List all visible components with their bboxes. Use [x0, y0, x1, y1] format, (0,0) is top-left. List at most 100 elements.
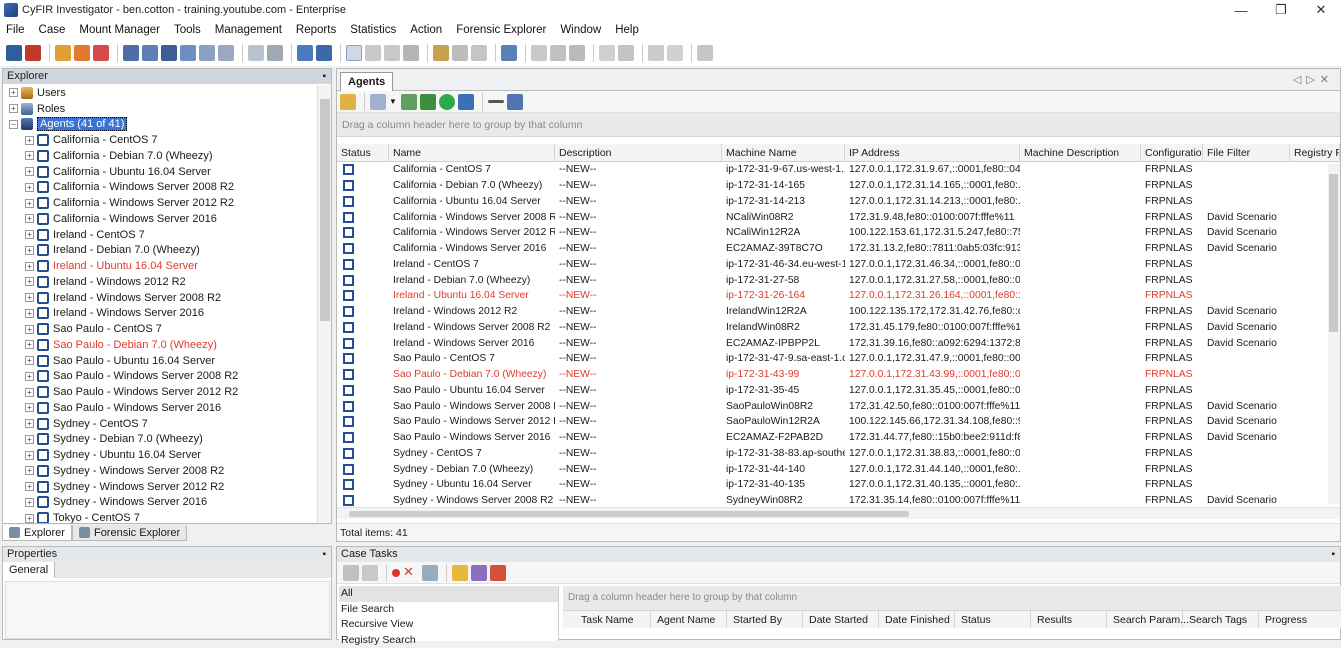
view-columns-icon[interactable]	[384, 45, 400, 61]
network-icon[interactable]	[180, 45, 196, 61]
tree-node-agent[interactable]: +Ireland - Windows Server 2016	[3, 306, 319, 322]
share-icon[interactable]	[316, 45, 332, 61]
column-date-started[interactable]: Date Started	[803, 611, 879, 628]
agent-icon[interactable]	[123, 45, 139, 61]
expand-icon[interactable]: +	[25, 277, 34, 286]
scrollbar-thumb[interactable]	[320, 99, 330, 321]
column-file-filter[interactable]: File Filter	[1203, 144, 1290, 161]
tree-node-agent[interactable]: +Sydney - Debian 7.0 (Wheezy)	[3, 432, 319, 448]
menu-reports[interactable]: Reports	[296, 24, 336, 36]
expand-icon[interactable]: +	[25, 435, 34, 444]
grid-vertical-scrollbar[interactable]	[1328, 164, 1340, 504]
edit-check-icon[interactable]	[471, 565, 487, 581]
report-icon[interactable]	[218, 45, 234, 61]
tree-node-agent[interactable]: +Sydney - CentOS 7	[3, 416, 319, 432]
agents-icon[interactable]	[142, 45, 158, 61]
task-filter-file-search[interactable]: File Search	[339, 602, 558, 618]
deploy-icon[interactable]	[161, 45, 177, 61]
expand-icon[interactable]: +	[25, 246, 34, 255]
collapse-icon[interactable]: −	[9, 120, 18, 129]
expand-icon[interactable]: +	[9, 104, 18, 113]
table-row[interactable]: Ireland - Windows Server 2016--NEW--EC2A…	[337, 335, 1340, 351]
undo-icon[interactable]	[458, 94, 474, 110]
expand-icon[interactable]: +	[25, 340, 34, 349]
tree-node-agent[interactable]: +Ireland - Windows Server 2008 R2	[3, 290, 319, 306]
tree-node-agent[interactable]: +California - Debian 7.0 (Wheezy)	[3, 148, 319, 164]
expand-icon[interactable]: +	[25, 498, 34, 507]
document-icon[interactable]	[248, 45, 264, 61]
column-ip-address[interactable]: IP Address	[845, 144, 1020, 161]
column-results[interactable]: Results	[1031, 611, 1107, 628]
expand-icon[interactable]: +	[25, 466, 34, 475]
menu-statistics[interactable]: Statistics	[350, 24, 396, 36]
group-by-hint[interactable]: Drag a column header here to group by th…	[337, 113, 1340, 137]
table-row[interactable]: California - Debian 7.0 (Wheezy)--NEW--i…	[337, 178, 1340, 194]
expand-icon[interactable]: +	[25, 199, 34, 208]
column-configuration[interactable]: Configuration	[1141, 144, 1203, 161]
table-row[interactable]: Sydney - Windows Server 2008 R2--NEW--Sy…	[337, 493, 1340, 506]
filter-icon[interactable]	[199, 45, 215, 61]
table-row[interactable]: California - Windows Server 2016--NEW--E…	[337, 241, 1340, 257]
tree-node-agent[interactable]: +Tokyo - CentOS 7	[3, 510, 319, 523]
tree-node-agent[interactable]: +California - Windows Server 2012 R2	[3, 195, 319, 211]
layout-icon[interactable]	[370, 94, 386, 110]
tree-node-agent[interactable]: +Sydney - Ubuntu 16.04 Server	[3, 447, 319, 463]
column-started-by[interactable]: Started By	[727, 611, 803, 628]
save-icon[interactable]	[569, 45, 585, 61]
expand-icon[interactable]: +	[25, 214, 34, 223]
minus-icon[interactable]	[488, 100, 504, 103]
disk2-icon[interactable]	[471, 45, 487, 61]
expand-icon[interactable]: +	[25, 325, 34, 334]
dropdown-arrow-icon[interactable]: ▼	[389, 97, 397, 106]
tree-node-agent[interactable]: +Ireland - Ubuntu 16.04 Server	[3, 258, 319, 274]
grid-check-icon[interactable]	[420, 94, 436, 110]
menu-mount-manager[interactable]: Mount Manager	[79, 24, 160, 36]
expand-icon[interactable]: +	[25, 167, 34, 176]
expand-icon[interactable]: +	[25, 183, 34, 192]
calculator-icon[interactable]	[697, 45, 713, 61]
menu-management[interactable]: Management	[215, 24, 282, 36]
column-machine-name[interactable]: Machine Name	[722, 144, 845, 161]
expand-icon[interactable]: +	[25, 514, 34, 523]
table-row[interactable]: Sao Paulo - CentOS 7--NEW--ip-172-31-47-…	[337, 351, 1340, 367]
view-grid-icon[interactable]	[403, 45, 419, 61]
column-progress[interactable]: Progress	[1259, 611, 1323, 628]
tree-node-agent[interactable]: +Ireland - Windows 2012 R2	[3, 274, 319, 290]
tree-node-roles[interactable]: + Roles	[3, 101, 319, 117]
menu-file[interactable]: File	[6, 24, 25, 36]
record-icon[interactable]	[392, 569, 400, 577]
table-row[interactable]: Ireland - Debian 7.0 (Wheezy)--NEW--ip-1…	[337, 272, 1340, 288]
disk-icon[interactable]	[452, 45, 468, 61]
document-tab-controls[interactable]: ◁▷✕	[1293, 73, 1334, 86]
expand-icon[interactable]: +	[25, 403, 34, 412]
pin-icon[interactable]: ▪	[322, 547, 326, 562]
column-date-finished[interactable]: Date Finished	[879, 611, 955, 628]
tree-node-agents[interactable]: − Agents (41 of 41)	[3, 117, 319, 133]
task-group-by-hint[interactable]: Drag a column header here to group by th…	[563, 586, 1341, 610]
folder-icon[interactable]	[340, 94, 356, 110]
column-task-name[interactable]: Task Name	[575, 611, 651, 628]
tree-node-agent[interactable]: +Sao Paulo - Debian 7.0 (Wheezy)	[3, 337, 319, 353]
tab-general[interactable]: General	[3, 562, 55, 578]
expand-icon[interactable]: +	[25, 372, 34, 381]
column-search-params[interactable]: Search Param...	[1107, 611, 1183, 628]
table-row[interactable]: Sydney - Ubuntu 16.04 Server--NEW--ip-17…	[337, 477, 1340, 493]
explorer-scrollbar[interactable]	[317, 85, 331, 523]
column-registry-filter[interactable]: Registry Filt	[1290, 144, 1340, 161]
filter-icon[interactable]	[362, 565, 378, 581]
table-row[interactable]: Ireland - Ubuntu 16.04 Server--NEW--ip-1…	[337, 288, 1340, 304]
tree-icon[interactable]	[297, 45, 313, 61]
table-row[interactable]: California - Ubuntu 16.04 Server--NEW--i…	[337, 194, 1340, 210]
tree-node-agent[interactable]: +California - Windows Server 2008 R2	[3, 180, 319, 196]
tree-node-users[interactable]: + Users	[3, 85, 319, 101]
expand-icon[interactable]: +	[25, 451, 34, 460]
case-tag-icon[interactable]	[93, 45, 109, 61]
table-row[interactable]: Ireland - CentOS 7--NEW--ip-172-31-46-34…	[337, 257, 1340, 273]
table-row[interactable]: Sao Paulo - Windows Server 2016--NEW--EC…	[337, 430, 1340, 446]
task-filter-registry-search[interactable]: Registry Search	[339, 633, 558, 648]
table-row[interactable]: Sao Paulo - Windows Server 2012 R2--NEW-…	[337, 414, 1340, 430]
export-icon[interactable]	[501, 45, 517, 61]
column-description[interactable]: Description	[555, 144, 722, 161]
menu-tools[interactable]: Tools	[174, 24, 201, 36]
tree-node-agent[interactable]: +California - Windows Server 2016	[3, 211, 319, 227]
